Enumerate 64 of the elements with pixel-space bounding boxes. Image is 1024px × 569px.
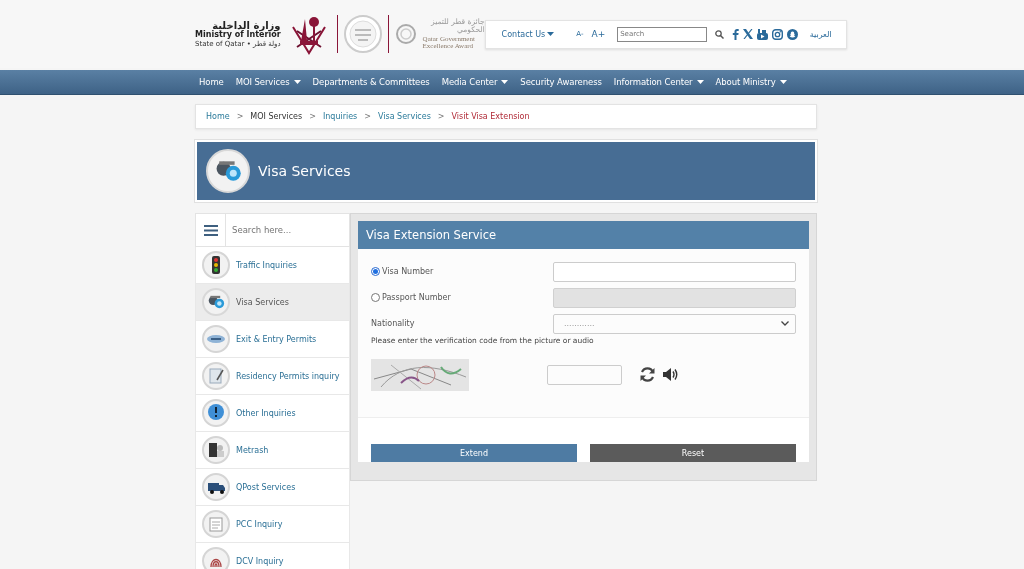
caret-icon	[779, 80, 787, 84]
award-medal-icon	[343, 14, 382, 54]
menu-icon[interactable]	[203, 224, 218, 236]
award-ring-icon	[394, 23, 417, 45]
banner-title: Visa Services	[258, 163, 351, 179]
ministry-name: Ministry of Interior	[195, 30, 281, 39]
sidebar-item[interactable]: PCC Inquiry	[195, 506, 350, 543]
breadcrumb-link[interactable]: MOI Services	[250, 112, 303, 121]
sidebar-item[interactable]: Residency Permits inquiry	[195, 358, 350, 395]
nav-item[interactable]: Home	[193, 70, 230, 94]
x-icon[interactable]	[743, 29, 754, 39]
refresh-icon[interactable]	[639, 366, 656, 384]
traffic-light-icon	[202, 251, 230, 279]
instagram-icon[interactable]	[772, 28, 784, 40]
facebook-icon[interactable]	[732, 28, 740, 40]
radio-option[interactable]: Visa Number	[371, 267, 434, 277]
captcha-input-field[interactable]	[547, 364, 622, 385]
breadcrumb-separator: >	[309, 112, 316, 121]
nav-item[interactable]: About Ministry	[709, 70, 793, 94]
form-header: Visa Extension Service	[358, 221, 809, 249]
sidebar-item[interactable]: Exit & Entry Permits	[195, 321, 350, 358]
chevron-down-icon	[781, 321, 789, 327]
breadcrumb-separator: >	[437, 112, 445, 121]
language-link[interactable]: العربية	[809, 29, 832, 39]
input-field[interactable]	[553, 261, 796, 282]
caret-icon	[293, 80, 301, 84]
breadcrumb-link[interactable]: Home	[206, 112, 230, 121]
nav-item[interactable]: Media Center	[435, 70, 515, 94]
caret-icon	[696, 80, 704, 84]
radio-button[interactable]	[371, 293, 380, 303]
fingerprint-icon	[202, 547, 230, 569]
font-larger-button[interactable]: A+	[591, 29, 606, 39]
breadcrumb-link[interactable]: Inquiries	[322, 112, 358, 121]
caret-icon	[501, 80, 509, 84]
breadcrumb-separator: >	[236, 112, 244, 121]
certificate-icon	[202, 510, 230, 538]
sidebar-item[interactable]: QPost Services	[195, 469, 350, 506]
sidebar-item[interactable]: DCV Inquiry	[195, 543, 350, 569]
nav-item[interactable]: MOI Services	[229, 70, 307, 94]
extend-button[interactable]: Extend	[371, 444, 577, 462]
radio-button[interactable]	[371, 267, 380, 277]
sidebar-item[interactable]: Visa Services	[195, 284, 350, 321]
document-pen-icon	[202, 362, 230, 390]
snapchat-icon[interactable]	[787, 28, 799, 40]
sidebar-item[interactable]: Traffic Inquiries	[195, 247, 350, 284]
contact-us-link[interactable]: Contact Us	[501, 29, 555, 39]
sidebar-item[interactable]: Metrash	[195, 432, 350, 469]
sidebar-item[interactable]: Other Inquiries	[195, 395, 350, 432]
breadcrumb-separator: >	[364, 112, 371, 121]
breadcrumb-current: Visit Visa Extension	[451, 112, 530, 121]
search-icon[interactable]	[715, 29, 725, 39]
field-label: Nationality	[371, 319, 415, 329]
caret-icon	[547, 32, 555, 36]
reset-button[interactable]: Reset	[590, 444, 796, 462]
nav-item[interactable]: Security Awareness	[514, 70, 608, 94]
ministry-arabic-name: وزارة الداخلية	[212, 20, 281, 31]
nav-item[interactable]: Departments & Committees	[306, 70, 436, 94]
youtube-icon[interactable]	[757, 28, 769, 40]
exclamation-icon	[202, 399, 230, 427]
speaker-icon[interactable]	[663, 367, 679, 383]
breadcrumb-link[interactable]: Visa Services	[378, 112, 431, 121]
truck-icon	[202, 473, 230, 501]
radio-option[interactable]: Passport Number	[371, 293, 451, 303]
nav-item[interactable]: Information Center	[607, 70, 710, 94]
